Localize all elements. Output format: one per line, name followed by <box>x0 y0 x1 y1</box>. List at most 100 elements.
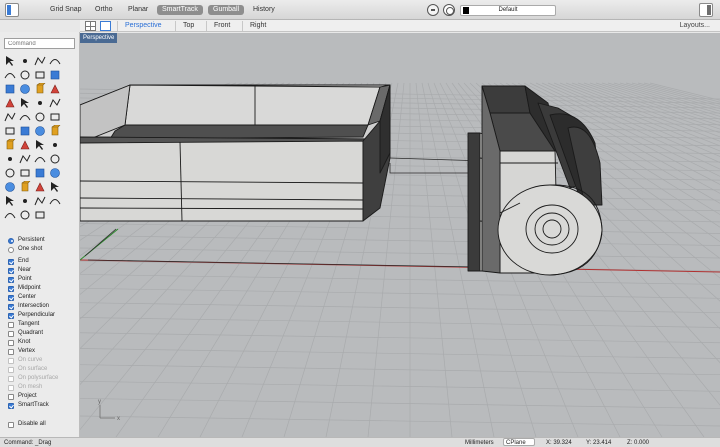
array-icon[interactable] <box>47 138 62 152</box>
fillet-curve-icon[interactable] <box>47 68 62 82</box>
cap-icon[interactable] <box>47 124 62 138</box>
extend-icon[interactable] <box>17 82 32 96</box>
rotate-icon[interactable] <box>17 138 32 152</box>
four-viewports-icon[interactable] <box>85 21 96 31</box>
osnap-item[interactable]: SmartTrack <box>8 401 80 410</box>
osnap-item[interactable]: Tangent <box>8 320 80 329</box>
text-icon[interactable] <box>47 152 62 166</box>
move-icon[interactable] <box>2 138 17 152</box>
rectangle-icon[interactable] <box>32 68 47 82</box>
roller-object[interactable] <box>467 85 603 276</box>
osnap-item[interactable]: On curve <box>8 356 80 365</box>
osnap-item[interactable]: Center <box>8 293 80 302</box>
revolve-icon[interactable] <box>32 96 47 110</box>
tab-front[interactable]: Front <box>206 21 230 31</box>
scale-icon[interactable] <box>32 138 47 152</box>
light-icon[interactable] <box>47 180 62 194</box>
gumball-icon[interactable] <box>17 208 32 222</box>
offset-curve-icon[interactable] <box>2 82 17 96</box>
smarttrack-toggle[interactable]: SmartTrack <box>157 5 203 15</box>
tool-row <box>2 208 78 222</box>
command-history[interactable]: Command: _Drag <box>4 439 51 447</box>
osnap-item[interactable]: Vertex <box>8 347 80 356</box>
osnap-disable-all[interactable]: Disable all <box>8 420 80 429</box>
network-surface-icon[interactable] <box>47 96 62 110</box>
osnap-item-label: Quadrant <box>18 330 44 336</box>
transform-icon[interactable] <box>32 208 47 222</box>
tab-perspective[interactable]: Perspective <box>117 21 162 31</box>
cplane-selector[interactable]: CPlane <box>503 438 535 446</box>
hide-icon[interactable] <box>2 180 17 194</box>
render-icon[interactable] <box>2 194 17 208</box>
surface-corner-icon[interactable] <box>2 96 17 110</box>
osnap-target-icon[interactable] <box>443 4 455 16</box>
gumball-toggle[interactable]: Gumball <box>208 5 245 15</box>
layouts-button[interactable]: Layouts... <box>680 21 710 31</box>
osnap-item[interactable]: Midpoint <box>8 284 80 293</box>
split-icon[interactable] <box>47 82 62 96</box>
layer-icon[interactable] <box>32 180 47 194</box>
lock-icon[interactable] <box>17 180 32 194</box>
dimension-icon[interactable] <box>32 152 47 166</box>
toggle-right-sidebar-icon[interactable] <box>699 3 713 17</box>
osnap-item-label: Center <box>18 294 37 300</box>
perspective-viewport[interactable]: x y Perspective <box>80 33 720 437</box>
osnap-item[interactable]: Knot <box>8 338 80 347</box>
arc-icon[interactable] <box>17 68 32 82</box>
x-coordinate: X: 39.324 <box>546 440 572 446</box>
current-layer-selector[interactable]: Default <box>460 5 556 16</box>
zoom-icon[interactable] <box>47 166 62 180</box>
sphere-icon[interactable] <box>17 110 32 124</box>
osnap-item[interactable]: On polysurface <box>8 374 80 383</box>
grid-snap-toggle[interactable]: Grid Snap <box>45 5 87 15</box>
planar-toggle[interactable]: Planar <box>123 5 153 15</box>
osnap-item[interactable]: Intersection <box>8 302 80 311</box>
curve-icon[interactable] <box>47 54 62 68</box>
mesh-icon[interactable] <box>2 152 17 166</box>
trim-icon[interactable] <box>32 82 47 96</box>
toggle-left-sidebar-icon[interactable] <box>5 3 19 17</box>
tab-right[interactable]: Right <box>242 21 266 31</box>
scene-canvas[interactable]: x y <box>80 33 720 437</box>
osnap-item[interactable]: Quadrant <box>8 329 80 338</box>
analyze-icon[interactable] <box>17 152 32 166</box>
fillet-edge-icon[interactable] <box>17 124 32 138</box>
filter-icon[interactable] <box>427 4 439 16</box>
cylinder-icon[interactable] <box>47 110 62 124</box>
circle-icon[interactable] <box>2 68 17 82</box>
osnap-item-label: Intersection <box>18 303 50 309</box>
command-input[interactable] <box>4 38 75 49</box>
tab-top[interactable]: Top <box>175 21 194 31</box>
color-wheel-icon[interactable] <box>17 194 32 208</box>
join-icon[interactable] <box>17 166 32 180</box>
extrude-icon[interactable] <box>2 110 17 124</box>
units-readout[interactable]: Millimeters <box>465 439 494 447</box>
osnap-item[interactable]: On surface <box>8 365 80 374</box>
osnap-item[interactable]: Near <box>8 266 80 275</box>
select-arrow-icon[interactable] <box>2 54 17 68</box>
environment-icon[interactable] <box>47 194 62 208</box>
osnap-item[interactable]: On mesh <box>8 383 80 392</box>
ortho-toggle[interactable]: Ortho <box>90 5 118 15</box>
osnap-mode-one-shot[interactable]: One shot <box>8 245 80 254</box>
osnap-item[interactable]: Project <box>8 392 80 401</box>
osnap-item[interactable]: End <box>8 257 80 266</box>
shell-icon[interactable] <box>32 124 47 138</box>
box-icon[interactable] <box>32 110 47 124</box>
point-icon[interactable] <box>17 54 32 68</box>
osnap-mode-persistent[interactable]: Persistent <box>8 236 80 245</box>
osnap-item[interactable]: Point <box>8 275 80 284</box>
explode-icon[interactable] <box>2 166 17 180</box>
polyline-icon[interactable] <box>32 54 47 68</box>
ground-curve-lower <box>87 259 481 268</box>
material-icon[interactable] <box>32 194 47 208</box>
viewport-title[interactable]: Perspective <box>80 33 118 43</box>
boolean-union-icon[interactable] <box>2 124 17 138</box>
tray-object[interactable] <box>80 84 391 222</box>
loft-icon[interactable] <box>17 96 32 110</box>
group-icon[interactable] <box>32 166 47 180</box>
osnap-item[interactable]: Perpendicular <box>8 311 80 320</box>
history-toggle[interactable]: History <box>248 5 280 15</box>
single-viewport-icon[interactable] <box>100 21 111 31</box>
sphere-shaded-icon[interactable] <box>2 208 17 222</box>
